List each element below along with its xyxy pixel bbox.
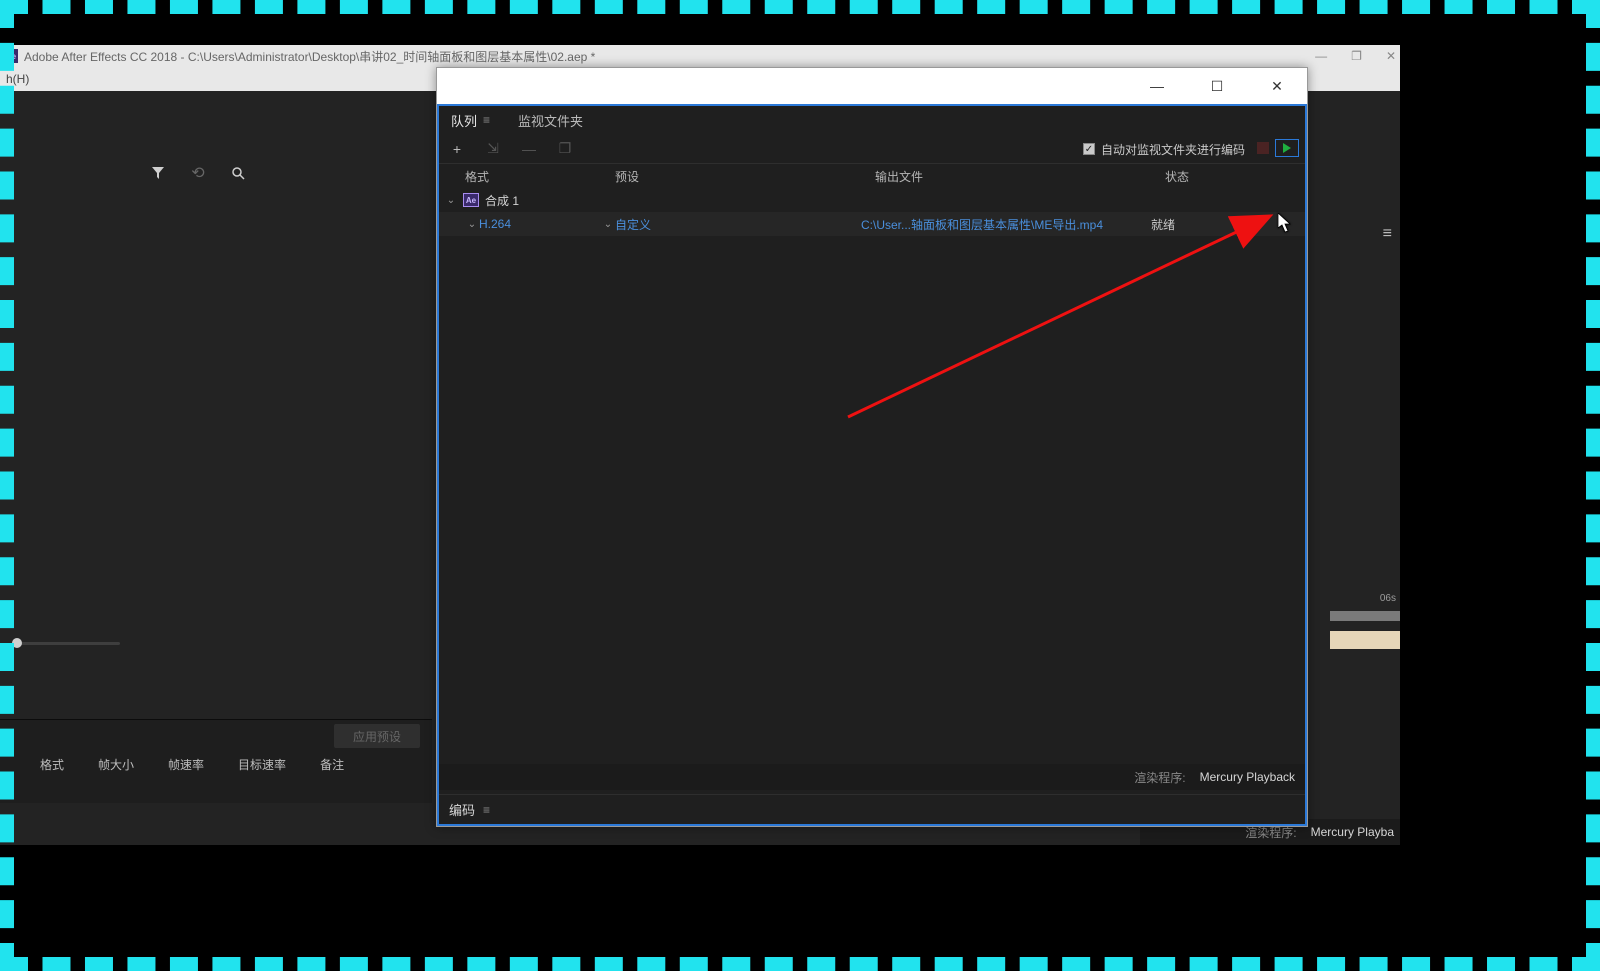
duplicate-button[interactable]: ❐ (557, 140, 573, 157)
timeline-bar-2[interactable] (1330, 631, 1400, 649)
play-icon (1283, 143, 1291, 153)
remove-button[interactable]: — (521, 141, 537, 157)
renderer-label: 渲染程序: (1134, 769, 1185, 786)
auto-encode-watch-row[interactable]: ✓ 自动对监视文件夹进行编码 (1083, 134, 1245, 164)
timeline-bar-1[interactable] (1330, 611, 1400, 621)
me-minimize-button[interactable]: — (1139, 78, 1175, 94)
header-output[interactable]: 输出文件 (875, 168, 1165, 185)
insert-button[interactable]: ⇲ (485, 140, 501, 157)
format-link[interactable]: H.264 (479, 217, 511, 231)
tab-queue-menu-icon[interactable]: ≡ (483, 113, 490, 127)
hdr-framesize: 帧大小 (98, 756, 134, 773)
me-close-button[interactable]: ✕ (1259, 78, 1295, 95)
ae-menu-help[interactable]: h(H) (6, 72, 29, 86)
hdr-notes: 备注 (320, 756, 344, 773)
chevron-down-icon[interactable]: ⌄ (445, 195, 457, 206)
ae-right-column: ≡ 06s (1330, 113, 1400, 845)
renderer-value: Mercury Playba (1311, 825, 1394, 839)
stop-queue-button[interactable] (1257, 142, 1269, 154)
queue-headers: 格式 预设 输出文件 状态 (439, 164, 1305, 188)
apply-preset-button[interactable]: 应用预设 (334, 724, 420, 748)
hdr-targetrate: 目标速率 (238, 756, 286, 773)
output-file-link[interactable]: C:\User...轴面板和图层基本属性\ME导出.mp4 (861, 218, 1103, 232)
ae-titlebar: Ae Adobe After Effects CC 2018 - C:\User… (0, 45, 1400, 67)
auto-encode-checkbox[interactable]: ✓ (1083, 143, 1095, 155)
comp-name: 合成 1 (485, 192, 519, 209)
queue-item-row[interactable]: ⌄ H.264 ⌄ 自定义 C:\User...轴面板和图层基本属性\ME导出.… (439, 212, 1305, 236)
tab-queue-label: 队列 (451, 111, 477, 130)
ae-render-queue-panel: 应用预设 格式 帧大小 帧速率 目标速率 备注 (0, 719, 432, 803)
me-renderer-footer: 渲染程序: Mercury Playback (439, 764, 1305, 790)
header-format[interactable]: 格式 (465, 168, 615, 185)
zoom-slider[interactable] (6, 637, 136, 649)
timeline-tick: 06s (1380, 593, 1396, 604)
tab-queue[interactable]: 队列 ≡ (451, 111, 490, 130)
start-queue-button[interactable] (1275, 139, 1299, 157)
encoding-label: 编码 (449, 800, 475, 819)
chevron-down-icon[interactable]: ⌄ (601, 219, 615, 230)
filter-icon[interactable] (150, 165, 166, 181)
ae-comp-icon: Ae (463, 193, 479, 207)
ae-left-panel: ⟲ 应用预设 格式 帧大小 帧速率 目标速率 备注 (0, 113, 432, 845)
slider-knob[interactable] (12, 638, 22, 648)
header-preset[interactable]: 预设 (615, 168, 875, 185)
me-toolbar: + ⇲ — ❐ ✓ 自动对监视文件夹进行编码 (439, 134, 1305, 164)
tab-watch-folders[interactable]: 监视文件夹 (518, 111, 583, 130)
hdr-framerate: 帧速率 (168, 756, 204, 773)
auto-encode-label: 自动对监视文件夹进行编码 (1101, 141, 1245, 158)
preset-link[interactable]: 自定义 (615, 216, 651, 233)
me-titlebar[interactable]: — ☐ ✕ (437, 68, 1307, 104)
slider-track (20, 642, 120, 645)
me-encoding-footer: 编码 ≡ (439, 794, 1305, 824)
search-icon[interactable] (230, 165, 246, 181)
encoding-menu-icon[interactable]: ≡ (483, 803, 490, 817)
ae-left-toolbar: ⟲ (0, 161, 432, 185)
ae-title-text: Adobe After Effects CC 2018 - C:\Users\A… (24, 48, 595, 65)
status-text: 就绪 (1151, 216, 1175, 233)
panel-menu-icon[interactable]: ≡ (1383, 225, 1392, 243)
hdr-format: 格式 (40, 756, 64, 773)
me-body: 队列 ≡ 监视文件夹 + ⇲ — ❐ ✓ 自动对监视文件夹进行编码 (437, 104, 1307, 826)
refresh-icon[interactable]: ⟲ (190, 165, 206, 181)
chevron-down-icon[interactable]: ⌄ (465, 219, 479, 230)
tab-watch-label: 监视文件夹 (518, 111, 583, 130)
header-status[interactable]: 状态 (1165, 168, 1305, 185)
ae-render-headers: 格式 帧大小 帧速率 目标速率 备注 (40, 756, 344, 773)
me-tabs: 队列 ≡ 监视文件夹 (439, 106, 1305, 134)
ae-close-button[interactable]: ✕ (1386, 49, 1396, 63)
me-maximize-button[interactable]: ☐ (1199, 78, 1235, 95)
add-source-button[interactable]: + (449, 141, 465, 157)
ae-minimize-button[interactable]: — (1315, 49, 1327, 63)
ae-maximize-button[interactable]: ❐ (1351, 49, 1362, 63)
media-encoder-window: — ☐ ✕ 队列 ≡ 监视文件夹 + ⇲ — ❐ ✓ (436, 67, 1308, 827)
queue-group-row[interactable]: ⌄ Ae 合成 1 (439, 188, 1305, 212)
ae-app-icon: Ae (4, 49, 18, 63)
timeline-strip: 06s (1330, 593, 1400, 683)
renderer-value[interactable]: Mercury Playback (1200, 770, 1295, 784)
